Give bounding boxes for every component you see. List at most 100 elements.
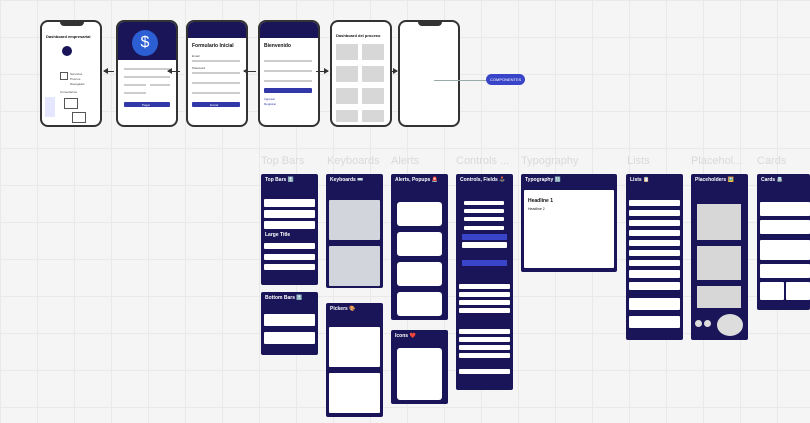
- card-sample: [760, 282, 784, 300]
- phone-bienvenido[interactable]: Bienvenido Ingresar Registrar: [258, 20, 320, 127]
- tile-placeholder[interactable]: [362, 88, 384, 104]
- flow-arrow: [167, 68, 180, 74]
- panel-placeholders[interactable]: Placeholders 🖼️: [691, 174, 748, 340]
- alert-sample: [397, 292, 442, 316]
- button-sample: [462, 242, 507, 248]
- text-field-sample: [459, 292, 510, 297]
- section-title: Lists: [627, 155, 650, 167]
- phone-dashboard-empresarial[interactable]: Dashboard empresarial Servicios Promos N…: [40, 20, 102, 127]
- section-title: Keyboards: [327, 155, 380, 167]
- panel-title: Keyboards ⌨️: [330, 177, 364, 183]
- field-label: Email: [192, 54, 200, 58]
- list-item: [629, 240, 680, 246]
- field-line[interactable]: [264, 60, 312, 62]
- login-link[interactable]: Ingresar: [264, 97, 275, 101]
- phone-empty[interactable]: [398, 20, 460, 127]
- field-label: Password: [192, 66, 206, 70]
- tile-placeholder[interactable]: [336, 110, 358, 122]
- panel-lists[interactable]: Lists 📋: [626, 174, 683, 340]
- tile-placeholder[interactable]: [362, 110, 384, 122]
- panel-icons[interactable]: Icons ❤️: [391, 330, 448, 404]
- field-line[interactable]: [192, 82, 240, 84]
- section-title: Controls ...: [456, 155, 510, 167]
- flow-arrow: [316, 68, 329, 74]
- list-item: [629, 316, 680, 328]
- tile-placeholder[interactable]: [362, 66, 384, 82]
- field-line[interactable]: [264, 70, 312, 72]
- toggle-sample: [464, 201, 504, 205]
- menu-label: Servicios: [70, 72, 83, 76]
- panel-title: Lists 📋: [630, 177, 650, 183]
- text-field-sample: [459, 345, 510, 350]
- field-line: [124, 68, 170, 70]
- panel-alerts[interactable]: Alerts, Popups 🚨: [391, 174, 448, 320]
- field-line[interactable]: [264, 80, 312, 82]
- tab-bar-sample: [264, 314, 315, 326]
- phone-formulario-inicial[interactable]: Formulario Inicial Email Password Enviar: [186, 20, 248, 127]
- search-bar-sample: [264, 243, 315, 249]
- tile-placeholder[interactable]: [362, 44, 384, 60]
- keyboard-sample: [329, 200, 380, 240]
- menu-label: Promos: [70, 77, 81, 81]
- screen-title: Dashboard empresarial: [46, 34, 91, 39]
- typography-sheet: Headline 1 Headline 2: [524, 190, 614, 268]
- section-title: Top Bars: [261, 155, 305, 167]
- list-item: [629, 282, 680, 290]
- video-placeholder-icon: [697, 286, 741, 308]
- panel-controls[interactable]: Controls, Fields 🕹️: [456, 174, 513, 390]
- tile-placeholder[interactable]: [336, 44, 358, 60]
- field-line[interactable]: [192, 92, 240, 94]
- text-field-sample: [459, 337, 510, 342]
- header-band: [260, 22, 318, 38]
- flow-arrow: [391, 68, 398, 74]
- toggle-sample: [464, 217, 504, 221]
- toggle-sample: [464, 209, 504, 213]
- list-item: [629, 298, 680, 310]
- screen-title: Dashboard del proceso: [336, 33, 381, 38]
- time-picker-sample: [329, 373, 380, 413]
- tile-placeholder[interactable]: [336, 66, 358, 82]
- tab-bar-sample: [264, 332, 315, 344]
- panel-cards[interactable]: Cards 📇: [757, 174, 810, 310]
- register-link[interactable]: Registrar: [264, 102, 276, 106]
- sidebar-nav[interactable]: [45, 97, 55, 117]
- card-sample: [760, 264, 810, 278]
- panel-keyboards[interactable]: Keyboards ⌨️: [326, 174, 383, 288]
- headline-2-sample: Headline 2: [528, 207, 545, 211]
- phone-notch: [418, 22, 442, 26]
- phone-dashboard-proceso[interactable]: Dashboard del proceso: [330, 20, 392, 127]
- list-item: [629, 270, 680, 278]
- panel-top-bars[interactable]: Top Bars 🔝 Large Title: [261, 174, 318, 285]
- alert-sample: [397, 202, 442, 226]
- text-field-sample: [459, 369, 510, 374]
- field-line: [124, 92, 146, 94]
- login-button[interactable]: [264, 88, 312, 93]
- avatar-placeholder-icon: [695, 320, 702, 327]
- text-field-sample: [459, 353, 510, 358]
- large-title-sample: Large Title: [265, 232, 291, 238]
- email-field[interactable]: [192, 60, 240, 62]
- panel-title: Pickers 🎨: [330, 306, 356, 312]
- alert-sample: [397, 232, 442, 256]
- wrench-icon: [60, 72, 68, 80]
- panel-pickers[interactable]: Pickers 🎨: [326, 303, 383, 417]
- panel-title: Controls, Fields 🕹️: [460, 177, 506, 183]
- list-item: [629, 250, 680, 256]
- panel-typography[interactable]: Typography 🔠 Headline 1 Headline 2: [521, 174, 617, 272]
- panel-title: Icons ❤️: [395, 333, 416, 339]
- panel-title: Placeholders 🖼️: [695, 177, 734, 183]
- text-field-sample: [459, 284, 510, 289]
- submit-button-label: Enviar: [210, 103, 219, 107]
- dollar-icon: $: [132, 30, 158, 56]
- password-field[interactable]: [192, 72, 240, 74]
- list-item: [629, 200, 680, 206]
- panel-bottom-bars[interactable]: Bottom Bars 🔝: [261, 292, 318, 355]
- card-sample: [760, 220, 810, 234]
- topbar-sample: [264, 221, 315, 229]
- image-placeholder-icon: [697, 246, 741, 280]
- button-sample: [462, 260, 507, 266]
- flow-arrow: [243, 68, 256, 74]
- topbar-sample: [264, 210, 315, 218]
- tile-placeholder[interactable]: [336, 88, 358, 104]
- components-chip[interactable]: COMPONENTES: [486, 74, 526, 85]
